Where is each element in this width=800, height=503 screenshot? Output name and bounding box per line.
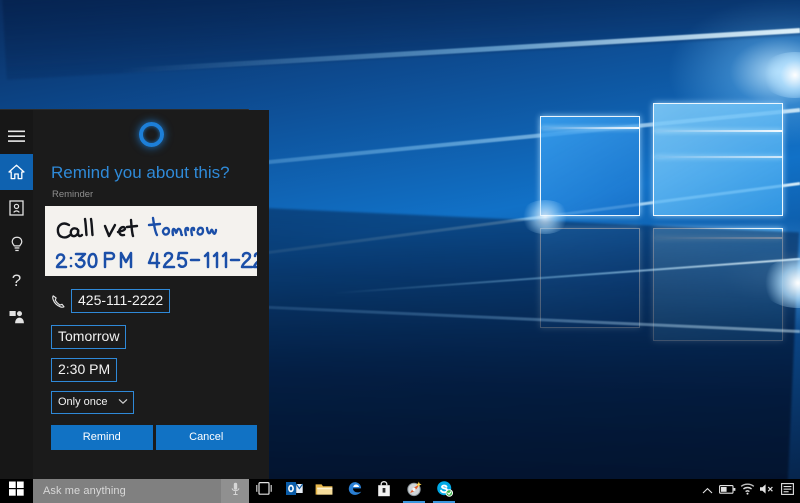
taskbar-item-skype[interactable] bbox=[429, 479, 459, 503]
photos-icon bbox=[406, 480, 423, 502]
feedback-person-icon bbox=[9, 309, 25, 324]
home-icon bbox=[8, 164, 25, 180]
sidebar-item-feedback[interactable] bbox=[0, 298, 33, 334]
date-field-row: Tomorrow bbox=[51, 325, 257, 349]
microphone-icon bbox=[231, 482, 240, 501]
store-bag-icon bbox=[377, 481, 391, 502]
volume-button[interactable] bbox=[757, 479, 777, 503]
cortana-search-bar[interactable]: Ask me anything bbox=[33, 479, 249, 503]
phone-number-field[interactable]: 425-111-2222 bbox=[71, 289, 170, 313]
reminder-type-label: Reminder bbox=[52, 189, 257, 200]
pane-streak bbox=[541, 127, 639, 129]
wifi-icon bbox=[740, 482, 755, 500]
taskbar-item-task-view[interactable] bbox=[249, 479, 279, 503]
taskbar-item-outlook[interactable] bbox=[279, 479, 309, 503]
notebook-icon bbox=[9, 200, 24, 216]
sidebar-item-hamburger-menu[interactable] bbox=[0, 118, 33, 154]
cortana-panel: ? Remind you about this? Reminder bbox=[0, 109, 249, 479]
microphone-button[interactable] bbox=[221, 479, 249, 503]
wallpaper-glow bbox=[520, 200, 570, 234]
speaker-muted-icon bbox=[759, 482, 775, 500]
desktop-screen: ? Remind you about this? Reminder bbox=[0, 0, 800, 503]
battery-icon bbox=[719, 482, 736, 500]
sidebar-item-notebook[interactable] bbox=[0, 190, 33, 226]
cortana-sidebar: ? bbox=[0, 110, 33, 479]
pane-streak bbox=[654, 156, 782, 158]
taskbar-pinned-items bbox=[249, 479, 459, 503]
battery-status-button[interactable] bbox=[717, 479, 737, 503]
taskbar-item-edge[interactable] bbox=[339, 479, 369, 503]
time-field-row: 2:30 PM bbox=[51, 358, 257, 382]
sidebar-item-help[interactable]: ? bbox=[0, 262, 33, 298]
taskbar-item-file-explorer[interactable] bbox=[309, 479, 339, 503]
taskbar-item-photos[interactable] bbox=[399, 479, 429, 503]
taskbar-item-store[interactable] bbox=[369, 479, 399, 503]
handwritten-note-card[interactable] bbox=[45, 206, 257, 276]
sidebar-item-reminders[interactable] bbox=[0, 226, 33, 262]
action-center-button[interactable] bbox=[777, 479, 797, 503]
repeat-row: Only once bbox=[51, 391, 257, 414]
windows-logo-pane-top-right bbox=[653, 103, 783, 216]
skype-icon bbox=[436, 480, 453, 502]
lightbulb-icon bbox=[10, 236, 24, 253]
wallpaper-glow bbox=[760, 52, 800, 98]
start-button[interactable] bbox=[0, 479, 33, 503]
repeat-frequency-value: Only once bbox=[58, 395, 108, 409]
cancel-button[interactable]: Cancel bbox=[156, 425, 258, 450]
search-input[interactable]: Ask me anything bbox=[33, 485, 221, 497]
system-tray bbox=[697, 479, 800, 503]
show-hidden-icons-button[interactable] bbox=[697, 479, 717, 503]
edge-icon bbox=[346, 480, 363, 502]
page-title: Remind you about this? bbox=[51, 162, 257, 184]
reminder-time-field[interactable]: 2:30 PM bbox=[51, 358, 117, 382]
folder-icon bbox=[315, 482, 333, 501]
cortana-ring-icon bbox=[139, 122, 164, 147]
repeat-frequency-select[interactable]: Only once bbox=[51, 391, 134, 414]
action-center-icon bbox=[781, 482, 794, 500]
cortana-content: Remind you about this? Reminder bbox=[33, 110, 269, 479]
reminder-date-field[interactable]: Tomorrow bbox=[51, 325, 126, 349]
phone-handset-icon bbox=[51, 294, 71, 309]
cortana-logo-container bbox=[45, 110, 257, 158]
windows-start-icon bbox=[9, 481, 24, 501]
task-view-icon bbox=[255, 482, 273, 500]
network-status-button[interactable] bbox=[737, 479, 757, 503]
outlook-icon bbox=[286, 481, 303, 501]
remind-button[interactable]: Remind bbox=[51, 425, 153, 450]
handwriting-ink bbox=[45, 206, 257, 276]
action-button-row: Remind Cancel bbox=[51, 425, 257, 450]
chevron-down-icon bbox=[118, 395, 128, 409]
pane-streak bbox=[654, 130, 782, 132]
question-mark-icon: ? bbox=[12, 272, 21, 289]
hamburger-icon bbox=[8, 130, 25, 143]
phone-field-row: 425-111-2222 bbox=[51, 289, 257, 313]
sidebar-item-home[interactable] bbox=[0, 154, 33, 190]
